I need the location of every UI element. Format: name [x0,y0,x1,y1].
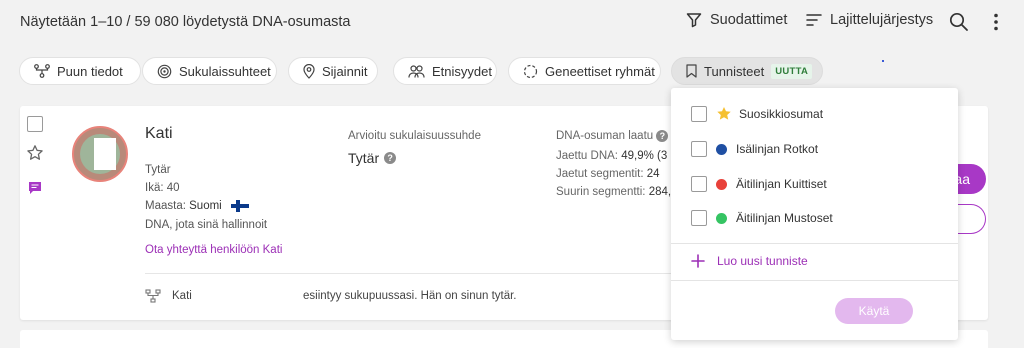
filters-label: Suodattimet [710,12,788,28]
tag-item-paternal-rotko[interactable]: Isälinjan Rotkot [691,140,818,158]
people-icon [408,64,425,78]
tree-description: esiintyy sukupuussasi. Hän on sinun tytä… [303,290,517,302]
chip-label: Tunnisteet [704,63,765,79]
largest-segment-row: Suurin segmentti: 284, [556,186,671,198]
relationship-icon [157,64,172,78]
segments-value: 24 [646,168,660,180]
tag-item-maternal-kuittinen[interactable]: Äitilinjan Kuittiset [691,175,827,193]
tag-checkbox[interactable] [691,210,707,226]
tag-checkbox[interactable] [691,176,707,192]
shared-dna-label: Jaettu DNA: [556,150,618,162]
avatar[interactable] [72,126,128,182]
tag-label: Isälinjan Rotkot [736,142,819,156]
apply-button[interactable]: Käytä [835,298,913,324]
genetic-groups-icon [523,64,538,78]
family-tree-icon [145,289,161,303]
managed-text: DNA, jota sinä hallinnoit [145,219,268,231]
shared-dna-value: 49,9% (3 [621,150,668,162]
contact-link[interactable]: Ota yhteyttä henkilöön Kati [145,244,282,256]
estimated-relationship-label: Arvioitu sukulaisuussuhde [348,130,481,142]
chip-tree-info[interactable]: Puun tiedot [19,57,141,85]
sort-button[interactable]: Lajittelujärjestys [806,12,933,28]
chip-label: Sijainnit [322,63,368,79]
segments-label: Jaetut segmentit: [556,168,644,180]
create-tag-button[interactable]: Luo uusi tunniste [691,254,808,268]
shared-dna-row: Jaettu DNA: 49,9% (3 [556,150,667,162]
country-value: Suomi [189,200,222,212]
tags-dropdown: Suosikkiosumat Isälinjan Rotkot Äitilinj… [671,88,958,340]
tree-person-name: Kati [172,290,192,302]
country-row: Maasta: Suomi [145,200,249,212]
tag-color-dot [716,178,727,190]
divider [671,243,958,244]
tag-color-dot [716,143,727,155]
help-icon[interactable]: ? [384,152,397,164]
search-icon[interactable] [949,12,969,32]
chip-relationships[interactable]: Sukulaissuhteet [142,57,277,85]
largest-segment-label: Suurin segmentti: [556,186,646,198]
match-name[interactable]: Kati [145,125,173,143]
star-icon[interactable] [26,144,44,162]
tree-icon [34,64,50,78]
results-count: Näytetään 1–10 / 59 080 löydetystä DNA-o… [20,14,351,30]
chip-tags[interactable]: Tunnisteet UUTTA [671,57,823,85]
divider [671,280,958,281]
new-badge: UUTTA [771,63,813,79]
star-icon [717,107,731,120]
location-pin-icon [303,63,315,79]
tag-checkbox[interactable] [691,106,707,122]
largest-segment-value: 284, [648,186,672,198]
create-tag-label: Luo uusi tunniste [717,254,808,268]
bookmark-icon [686,64,697,78]
estimated-relationship-value: Tytär [348,150,380,166]
chip-genetic-groups[interactable]: Geneettiset ryhmät [508,57,661,85]
sort-icon [806,14,822,26]
tag-label: Äitilinjan Kuittiset [736,177,827,191]
tag-color-dot [716,212,727,224]
chip-label: Etnisyydet [432,63,492,79]
chip-ethnicities[interactable]: Etnisyydet [393,57,497,85]
sort-label: Lajittelujärjestys [830,12,934,28]
country-label: Maasta: [145,200,186,212]
filter-icon [686,13,702,28]
note-icon[interactable] [28,181,42,195]
chip-label: Puun tiedot [57,63,123,79]
help-icon[interactable]: ? [656,130,669,142]
segments-row: Jaetut segmentit: 24 [556,168,660,180]
dna-quality: DNA-osuman laatu ? [556,130,669,142]
filter-chips: Puun tiedot Sukulaissuhteet Sijainnit Et… [0,57,1024,85]
tag-checkbox[interactable] [691,141,707,157]
select-checkbox[interactable] [27,116,43,132]
tag-item-maternal-mustonen[interactable]: Äitilinjan Mustoset [691,209,833,227]
relationship-text: Tytär [145,164,171,176]
filters-button[interactable]: Suodattimet [686,12,787,28]
decorative-dot [882,60,884,62]
top-bar: Näytetään 1–10 / 59 080 löydetystä DNA-o… [0,0,1024,46]
finland-flag-icon [230,200,249,212]
tag-label: Suosikkiosumat [739,107,824,121]
estimated-relationship: Tytär ? [348,150,397,166]
age-text: Ikä: 40 [145,182,180,194]
tag-item-favorites[interactable]: Suosikkiosumat [691,105,823,123]
tag-label: Äitilinjan Mustoset [736,211,833,225]
more-options-icon[interactable] [992,12,1000,32]
dna-quality-label: DNA-osuman laatu [556,130,654,142]
plus-icon [691,254,705,268]
chip-label: Sukulaissuhteet [179,63,271,79]
chip-label: Geneettiset ryhmät [545,63,655,79]
chip-locations[interactable]: Sijainnit [288,57,378,85]
